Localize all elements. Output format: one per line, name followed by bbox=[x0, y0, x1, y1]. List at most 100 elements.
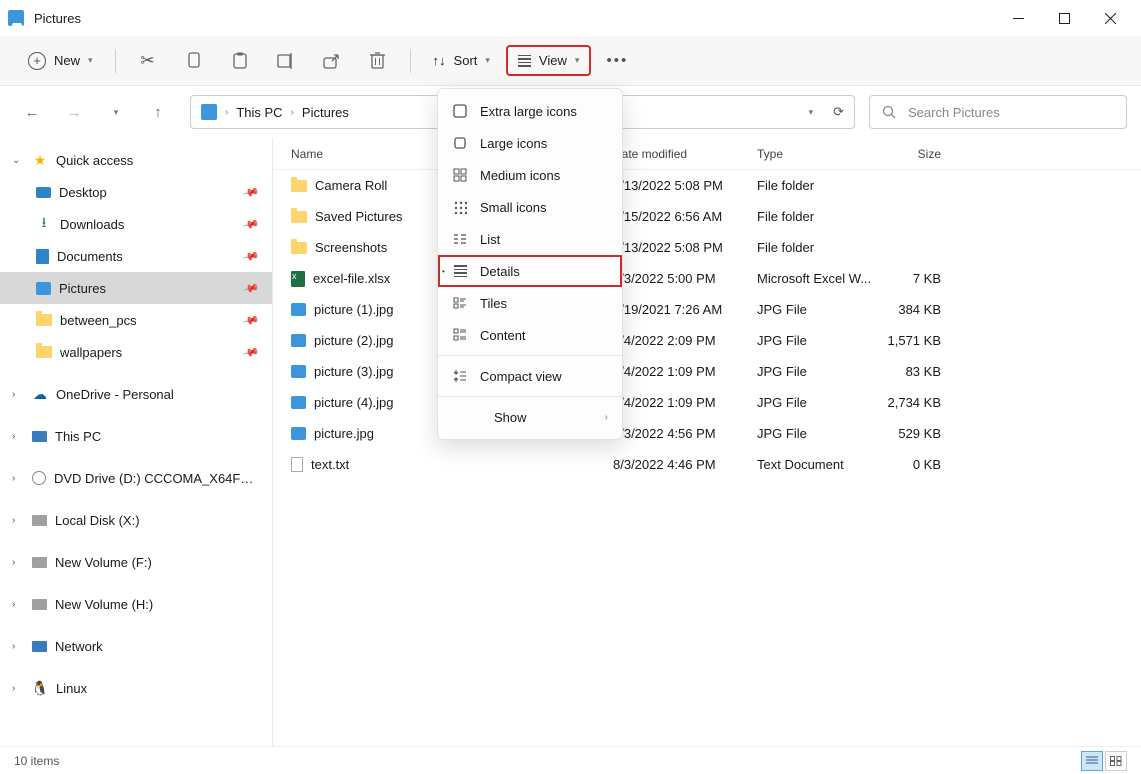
status-bar: 10 items bbox=[0, 746, 1141, 774]
menu-item-details[interactable]: • Details bbox=[438, 255, 622, 287]
file-type: Microsoft Excel W... bbox=[757, 271, 877, 286]
details-view-toggle[interactable] bbox=[1081, 751, 1103, 771]
column-name[interactable]: Name bbox=[291, 147, 323, 161]
file-type: JPG File bbox=[757, 364, 877, 379]
separator bbox=[115, 49, 116, 73]
sort-label: Sort bbox=[454, 53, 478, 68]
column-date[interactable]: Date modified bbox=[613, 147, 757, 161]
sidebar-item-dvd[interactable]: › DVD Drive (D:) CCCOMA_X64FRE_EN-US bbox=[0, 462, 272, 494]
menu-item-tiles[interactable]: Tiles bbox=[438, 287, 622, 319]
search-placeholder: Search Pictures bbox=[908, 105, 1000, 120]
recent-button[interactable]: ▾ bbox=[98, 94, 134, 130]
table-row[interactable]: picture (4).jpg8/4/2022 1:09 PMJPG File2… bbox=[273, 387, 1141, 418]
document-icon bbox=[36, 249, 49, 264]
disk-icon bbox=[32, 599, 47, 610]
sidebar-item-quick-access[interactable]: ⌄★ Quick access bbox=[0, 144, 272, 176]
file-name: text.txt bbox=[311, 457, 349, 472]
minimize-button[interactable] bbox=[995, 2, 1041, 34]
sidebar-item-this-pc[interactable]: › This PC bbox=[0, 420, 272, 452]
file-date: 8/3/2022 4:46 PM bbox=[613, 457, 757, 472]
folder-icon bbox=[291, 242, 307, 254]
sidebar-item-linux[interactable]: ›🐧 Linux bbox=[0, 672, 272, 704]
table-row[interactable]: Saved Pictures7/15/2022 6:56 AMFile fold… bbox=[273, 201, 1141, 232]
table-row[interactable]: Screenshots7/13/2022 5:08 PMFile folder bbox=[273, 232, 1141, 263]
cloud-icon: ☁ bbox=[32, 386, 48, 402]
sidebar-item-label: New Volume (F:) bbox=[55, 555, 152, 570]
menu-item-small-icons[interactable]: Small icons bbox=[438, 191, 622, 223]
sidebar-item-onedrive[interactable]: ›☁ OneDrive - Personal bbox=[0, 378, 272, 410]
share-button[interactable] bbox=[312, 43, 352, 79]
sidebar-item-pictures[interactable]: Pictures 📌 bbox=[0, 272, 272, 304]
up-button[interactable]: ↑ bbox=[140, 94, 176, 130]
column-headers[interactable]: Name˄ Date modified Type Size bbox=[273, 138, 1141, 170]
sidebar-item-local-x[interactable]: › Local Disk (X:) bbox=[0, 504, 272, 536]
chevron-right-icon: › bbox=[605, 412, 608, 423]
search-input[interactable]: Search Pictures bbox=[869, 95, 1127, 129]
separator bbox=[410, 49, 411, 73]
thumbnails-view-toggle[interactable] bbox=[1105, 751, 1127, 771]
sidebar-item-vol-h[interactable]: › New Volume (H:) bbox=[0, 588, 272, 620]
table-row[interactable]: picture (2).jpg8/4/2022 2:09 PMJPG File1… bbox=[273, 325, 1141, 356]
sidebar-item-label: Linux bbox=[56, 681, 87, 696]
sidebar-item-documents[interactable]: Documents 📌 bbox=[0, 240, 272, 272]
file-type: JPG File bbox=[757, 333, 877, 348]
sidebar: ⌄★ Quick access Desktop 📌 ⭳ Downloads 📌 … bbox=[0, 138, 273, 746]
table-row[interactable]: Camera Roll7/13/2022 5:08 PMFile folder bbox=[273, 170, 1141, 201]
maximize-button[interactable] bbox=[1041, 2, 1087, 34]
img-icon bbox=[291, 365, 306, 378]
sidebar-item-downloads[interactable]: ⭳ Downloads 📌 bbox=[0, 208, 272, 240]
close-button[interactable] bbox=[1087, 2, 1133, 34]
new-button[interactable]: + New ▾ bbox=[18, 46, 103, 76]
dvd-icon bbox=[32, 471, 46, 485]
refresh-button[interactable]: ⟳ bbox=[833, 104, 844, 120]
cut-button[interactable]: ✂ bbox=[128, 43, 168, 79]
menu-item-show[interactable]: Show › bbox=[438, 401, 622, 433]
table-row[interactable]: picture (3).jpg8/4/2022 1:09 PMJPG File8… bbox=[273, 356, 1141, 387]
sort-button[interactable]: ↑↓ Sort ▾ bbox=[423, 47, 500, 74]
more-button[interactable]: ••• bbox=[597, 43, 637, 79]
img-icon bbox=[291, 427, 306, 440]
sidebar-item-between-pcs[interactable]: between_pcs 📌 bbox=[0, 304, 272, 336]
sidebar-item-vol-f[interactable]: › New Volume (F:) bbox=[0, 546, 272, 578]
file-size: 1,571 KB bbox=[877, 333, 949, 348]
chevron-right-icon: › bbox=[225, 107, 228, 118]
sort-icon: ↑↓ bbox=[433, 53, 446, 68]
sidebar-item-desktop[interactable]: Desktop 📌 bbox=[0, 176, 272, 208]
column-size[interactable]: Size bbox=[877, 147, 949, 161]
table-row[interactable]: text.txt8/3/2022 4:46 PMText Document0 K… bbox=[273, 449, 1141, 480]
column-type[interactable]: Type bbox=[757, 147, 877, 161]
paste-button[interactable] bbox=[220, 43, 260, 79]
menu-item-extra-large-icons[interactable]: Extra large icons bbox=[438, 95, 622, 127]
forward-button[interactable]: → bbox=[56, 94, 92, 130]
table-row[interactable]: picture.jpg8/3/2022 4:56 PMJPG File529 K… bbox=[273, 418, 1141, 449]
breadcrumb-root[interactable]: This PC bbox=[236, 105, 282, 120]
pictures-icon bbox=[201, 104, 217, 120]
rename-button[interactable] bbox=[266, 43, 306, 79]
sidebar-item-label: wallpapers bbox=[60, 345, 122, 360]
titlebar: Pictures bbox=[0, 0, 1141, 36]
chevron-down-icon[interactable]: ▾ bbox=[809, 107, 814, 118]
folder-icon bbox=[36, 346, 52, 358]
menu-item-compact-view[interactable]: Compact view bbox=[438, 360, 622, 392]
menu-item-list[interactable]: List bbox=[438, 223, 622, 255]
breadcrumb-current[interactable]: Pictures bbox=[302, 105, 349, 120]
table-row[interactable]: excel-file.xlsx8/3/2022 5:00 PMMicrosoft… bbox=[273, 263, 1141, 294]
menu-item-large-icons[interactable]: Large icons bbox=[438, 127, 622, 159]
sidebar-item-label: Documents bbox=[57, 249, 123, 264]
sidebar-item-network[interactable]: › Network bbox=[0, 630, 272, 662]
table-row[interactable]: picture (1).jpg4/19/2021 7:26 AMJPG File… bbox=[273, 294, 1141, 325]
file-name: picture (2).jpg bbox=[314, 333, 393, 348]
back-button[interactable]: ← bbox=[14, 94, 50, 130]
file-date: 7/13/2022 5:08 PM bbox=[613, 178, 757, 193]
content-icon bbox=[452, 328, 468, 342]
delete-button[interactable] bbox=[358, 43, 398, 79]
view-button[interactable]: View ▾ bbox=[506, 45, 591, 76]
pin-icon: 📌 bbox=[242, 343, 260, 361]
menu-item-medium-icons[interactable]: Medium icons bbox=[438, 159, 622, 191]
pc-icon bbox=[32, 431, 47, 442]
sidebar-item-wallpapers[interactable]: wallpapers 📌 bbox=[0, 336, 272, 368]
menu-item-content[interactable]: Content bbox=[438, 319, 622, 351]
copy-button[interactable] bbox=[174, 43, 214, 79]
img-icon bbox=[291, 303, 306, 316]
img-icon bbox=[291, 396, 306, 409]
